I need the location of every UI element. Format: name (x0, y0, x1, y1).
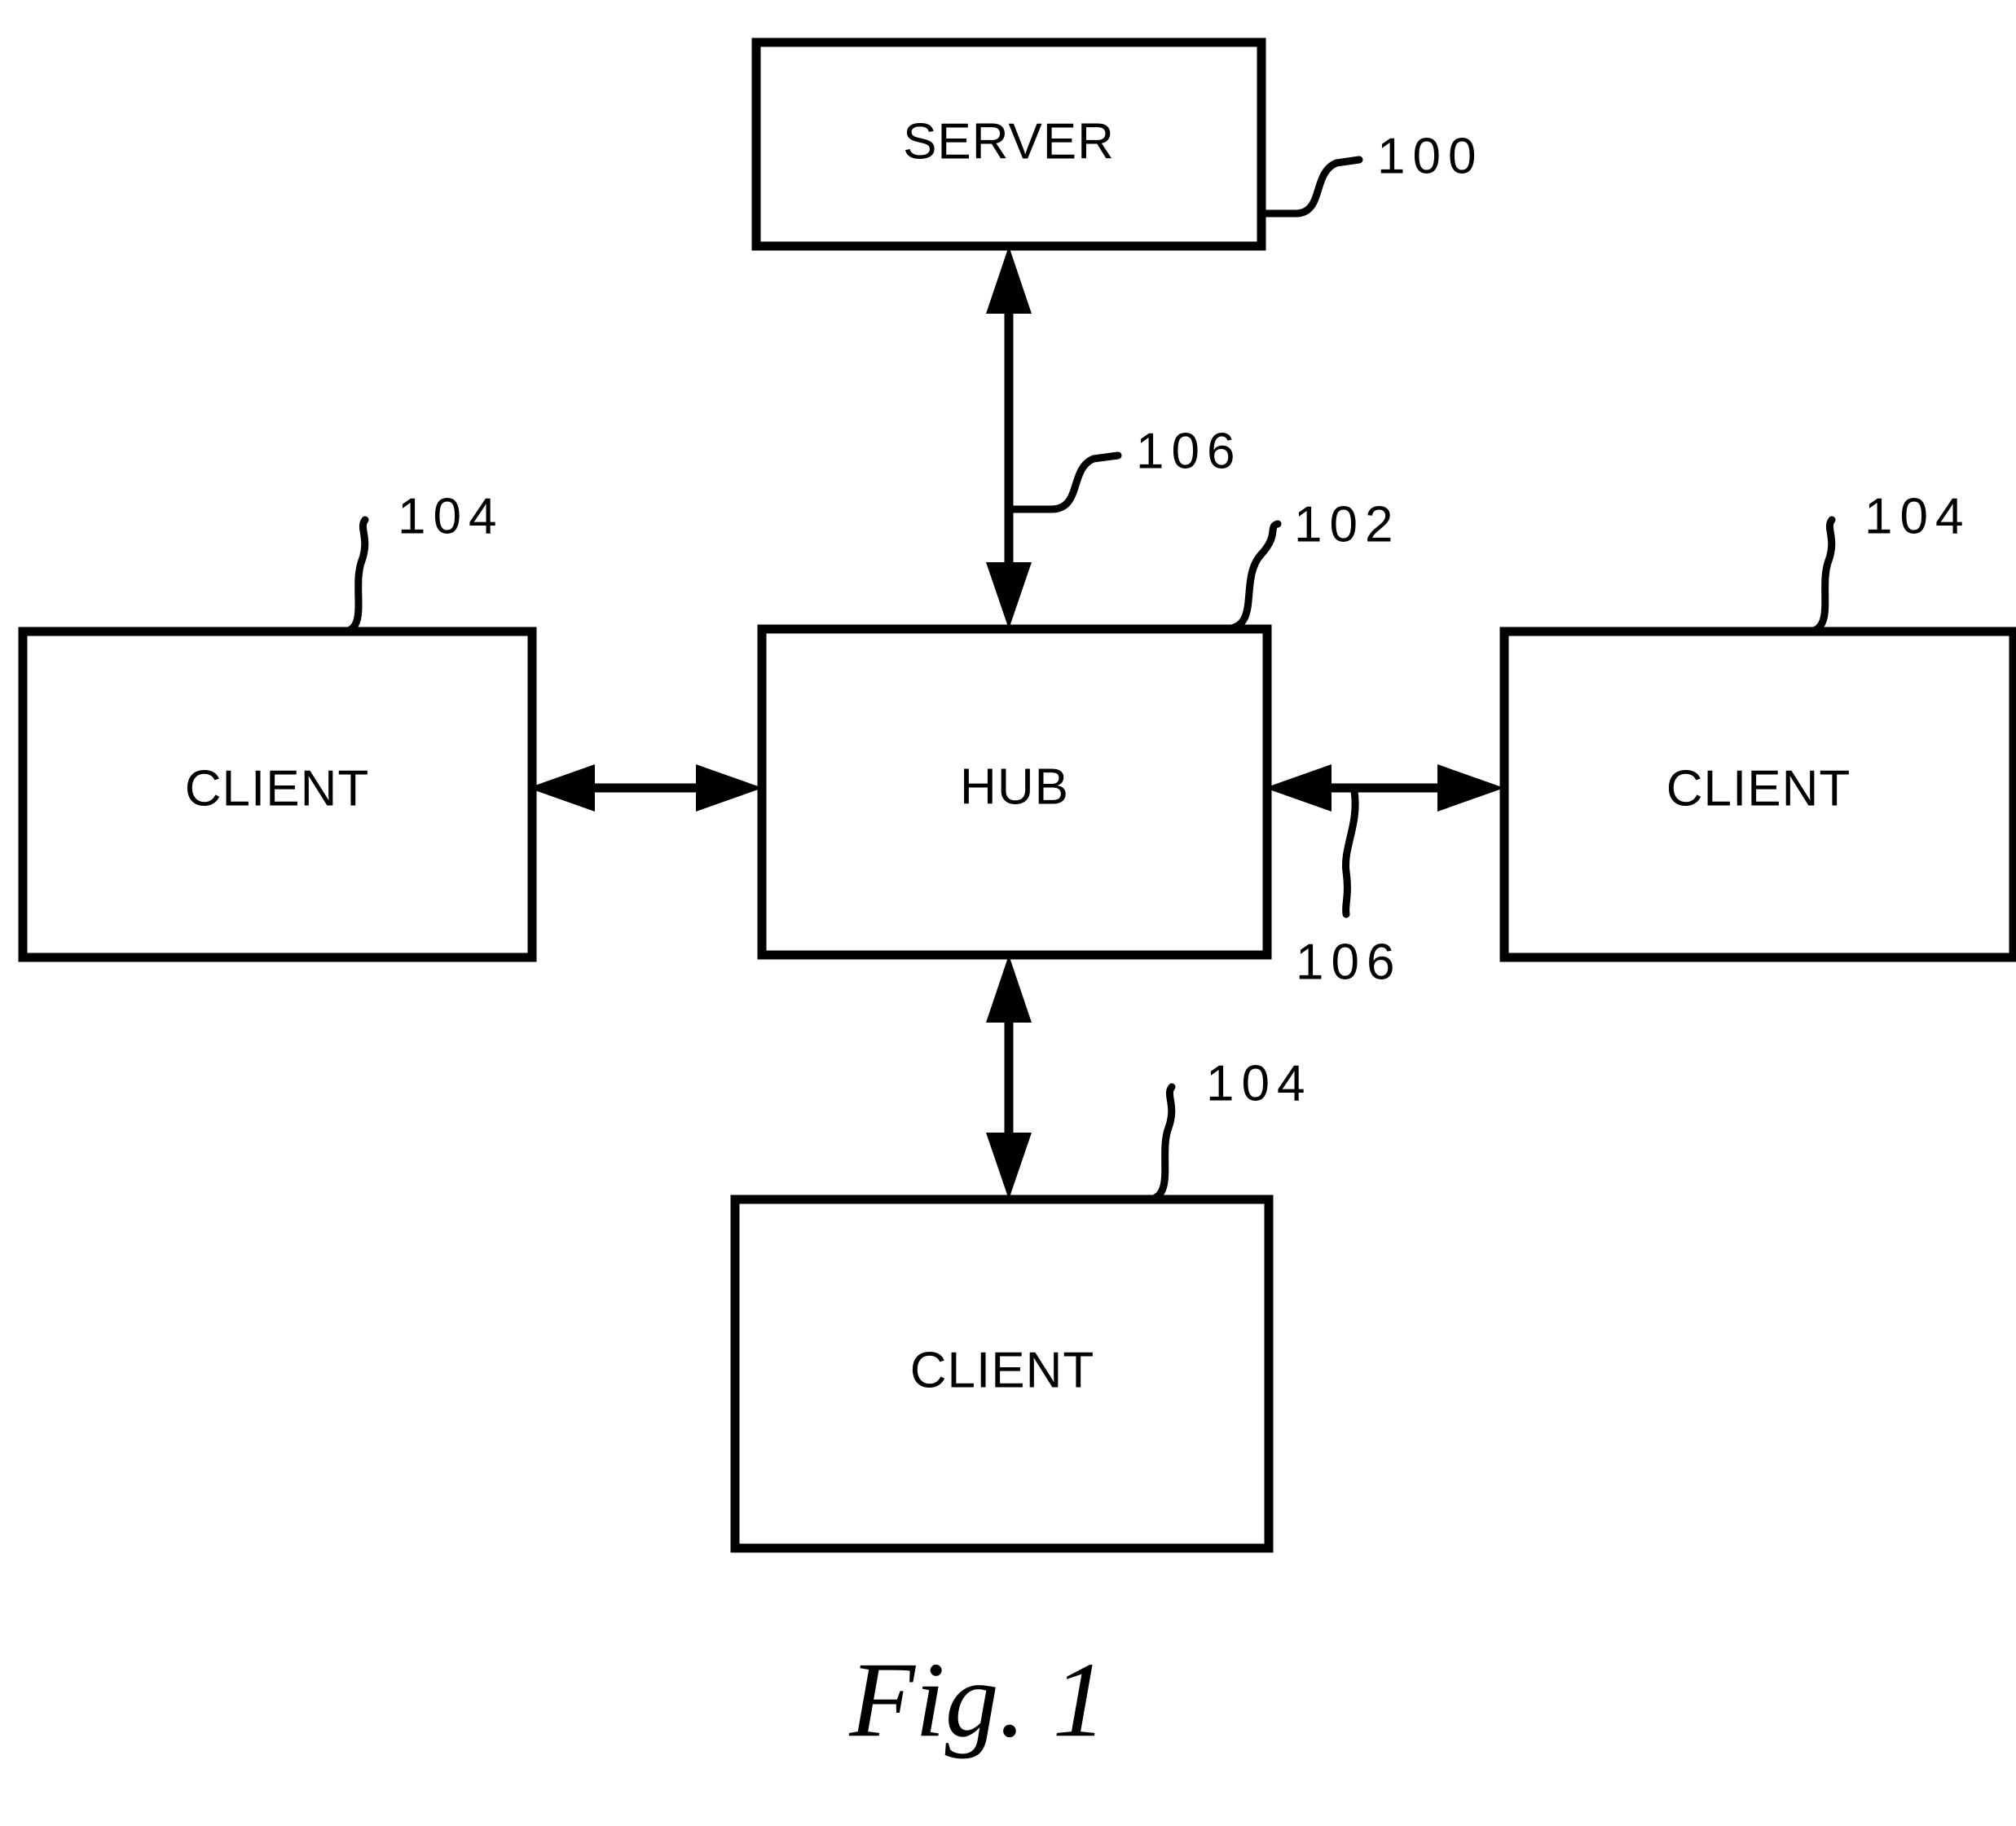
node-client-left: CLIENT (18, 627, 537, 962)
leader-line-104-left (341, 516, 369, 636)
ref-numeral-104-right: 104 (1864, 488, 1970, 544)
leader-client-left-ref: 104 (341, 488, 504, 636)
arrow-head-up-server (986, 246, 1032, 314)
diagram-canvas: SERVER 100 106 HUB 102 CLIENT 104 106 CL… (18, 37, 2016, 1759)
node-hub: HUB (757, 624, 1272, 960)
leader-line-104-bottom (1147, 1083, 1176, 1203)
link-server-hub: 106 (986, 246, 1242, 629)
arrow-head-down-hub (986, 562, 1032, 629)
leader-line-106-right (1341, 787, 1359, 918)
arrow-head-right-client-right (1437, 764, 1504, 812)
node-client-bottom: CLIENT (730, 1195, 1274, 1553)
leader-hub-ref: 102 (1223, 496, 1400, 633)
leader-server-ref: 100 (1257, 128, 1483, 218)
leader-line-106-top (1005, 451, 1122, 513)
arrow-head-left-client-left (528, 764, 595, 812)
arrow-head-left-hub-right (1265, 764, 1332, 812)
link-hub-client-right: 106 (1265, 764, 1504, 990)
ref-numeral-104-bottom: 104 (1206, 1055, 1312, 1111)
leader-client-right-ref: 104 (1807, 488, 1970, 636)
ref-numeral-102: 102 (1294, 496, 1400, 552)
ref-numeral-104-left: 104 (398, 488, 504, 544)
arrow-head-up-hub-bottom (986, 955, 1032, 1023)
leader-client-bottom-ref: 104 (1147, 1055, 1312, 1203)
hub-label: HUB (960, 759, 1069, 815)
node-client-right: CLIENT (1499, 627, 2016, 962)
arrow-head-right-hub-left (696, 764, 763, 812)
leader-line-100 (1257, 156, 1363, 218)
client-bottom-label: CLIENT (910, 1342, 1094, 1398)
client-left-label: CLIENT (185, 760, 369, 816)
leader-line-102 (1223, 520, 1282, 633)
server-label: SERVER (903, 113, 1115, 169)
figure-caption: Fig. 1 (848, 1639, 1106, 1759)
leader-line-104-right (1807, 516, 1836, 636)
client-right-label: CLIENT (1666, 760, 1851, 816)
ref-numeral-106-top: 106 (1136, 423, 1242, 479)
ref-numeral-106-right: 106 (1296, 934, 1402, 990)
arrow-head-down-client-bottom (986, 1133, 1032, 1199)
node-server: SERVER (751, 37, 1266, 251)
link-hub-client-bottom (986, 955, 1032, 1199)
patent-figure: SERVER 100 106 HUB 102 CLIENT 104 106 CL… (0, 0, 2016, 1826)
ref-numeral-100: 100 (1377, 128, 1483, 184)
link-client-left-hub (528, 764, 763, 812)
